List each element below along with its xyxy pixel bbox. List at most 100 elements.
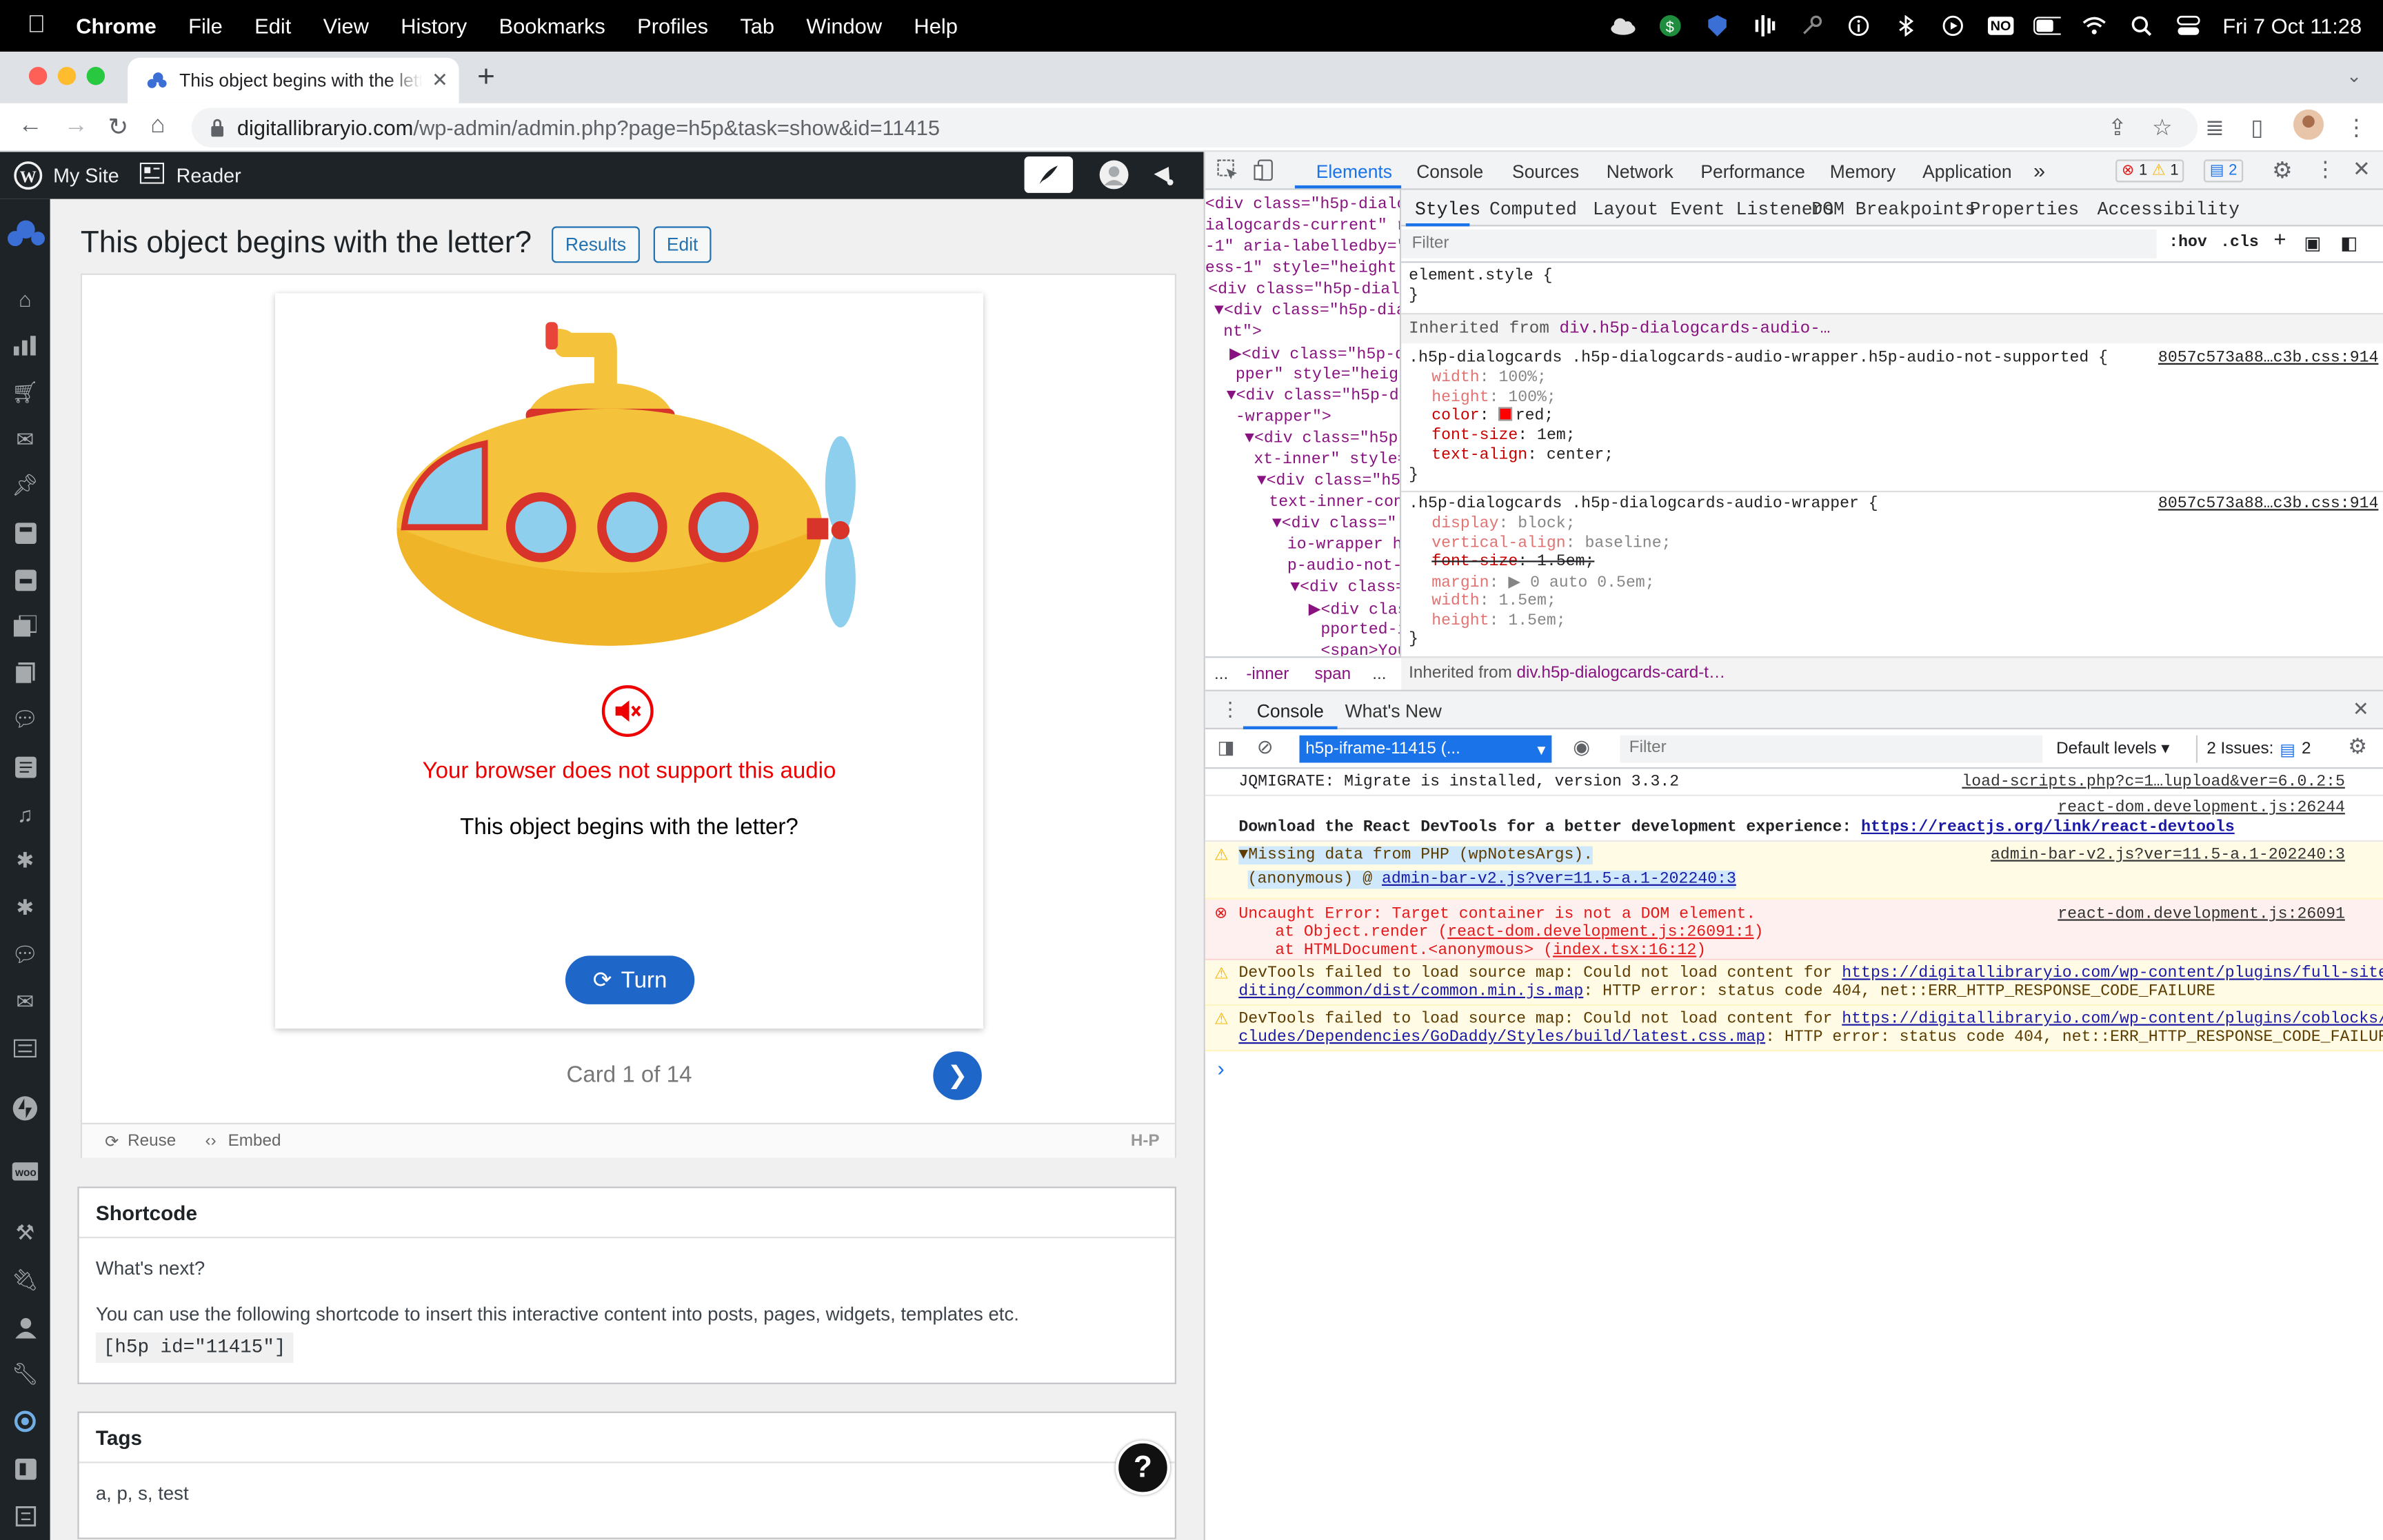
dom-node-line[interactable]: nt"> xyxy=(1223,323,1262,341)
missing-data-text[interactable]: ▼Missing data from PHP (wpNotesArgs). xyxy=(1238,846,1593,865)
stats-menu-icon[interactable] xyxy=(12,333,38,358)
inherited-node-1[interactable]: div.h5p-dialogcards-audio-… xyxy=(1559,321,1830,338)
dom-node-line[interactable]: -1" aria-labelledby="h xyxy=(1205,239,1400,256)
device-toolbar-icon[interactable] xyxy=(1254,159,1275,181)
tab-elements[interactable]: Elements xyxy=(1316,161,1392,183)
dom-node-line[interactable]: -wrapper"> xyxy=(1236,409,1331,427)
battery-icon[interactable] xyxy=(2034,15,2062,37)
computed-styles-icon[interactable]: ▣ xyxy=(2304,232,2321,255)
css-property-line[interactable]: display: block; xyxy=(1431,515,1575,533)
toggle-sidebar-icon[interactable]: ◧ xyxy=(2340,232,2357,255)
sourcemap-2-link[interactable]: https://digitallibraryio.com/wp-content/… xyxy=(1842,1011,2383,1029)
audio-bars-icon[interactable] xyxy=(1751,15,1779,37)
more-tabs-button[interactable]: » xyxy=(2033,158,2045,182)
dom-node-line[interactable]: ▶<div class="h5p-di xyxy=(1229,345,1400,365)
pages-menu-icon[interactable] xyxy=(12,660,38,685)
subtab-accessibility[interactable]: Accessibility xyxy=(2098,199,2240,221)
console-prompt[interactable]: › xyxy=(1217,1056,1224,1080)
info-circle-icon[interactable] xyxy=(1846,15,1873,37)
breadcrumb-more-left[interactable]: ... xyxy=(1214,665,1228,683)
css-property-line[interactable]: vertical-align: baseline; xyxy=(1431,534,1671,552)
new-rule-icon[interactable]: + xyxy=(2273,230,2286,254)
feedback-menu-icon[interactable] xyxy=(12,753,38,779)
mail-menu-icon[interactable]: ✉︎ xyxy=(12,427,38,452)
dom-node-line[interactable]: ialogcards-current" rol xyxy=(1205,217,1400,235)
live-expression-eye-icon[interactable]: ◉ xyxy=(1573,736,1590,760)
tab-console[interactable]: Console xyxy=(1416,161,1483,183)
help-button[interactable]: ? xyxy=(1115,1440,1171,1495)
dom-node-line[interactable]: ▶<div clas xyxy=(1309,600,1400,620)
wordpress-logo-icon[interactable]: W xyxy=(14,161,43,190)
turn-button[interactable]: ⟳ Turn xyxy=(565,955,695,1004)
dom-node-line[interactable]: pper" style="heigh xyxy=(1236,366,1400,384)
settings-gear-icon[interactable]: ⚙ xyxy=(2272,156,2293,183)
css-property-line[interactable]: font-size: 1em; xyxy=(1431,427,1575,445)
dom-node-line[interactable]: pported-i xyxy=(1320,621,1400,639)
breadcrumb-more-right[interactable]: ... xyxy=(1372,665,1386,683)
notifications-bell-icon[interactable] xyxy=(1140,156,1189,193)
reports-menu-icon[interactable] xyxy=(12,1503,38,1528)
apple-icon[interactable]:  xyxy=(28,12,46,40)
sync-menu-icon[interactable] xyxy=(12,1408,38,1434)
music-menu-icon[interactable]: ♫ xyxy=(12,801,38,827)
window-zoom-button[interactable] xyxy=(86,66,105,85)
play-circle-icon[interactable] xyxy=(1940,15,1967,37)
bookmark-star-icon[interactable]: ☆ xyxy=(2152,114,2173,141)
menu-history[interactable]: History xyxy=(401,14,467,38)
back-arrow-icon[interactable]: ← xyxy=(18,112,42,140)
css-property-line[interactable]: font-size: 1.5em; xyxy=(1431,554,1594,571)
shield-app-icon[interactable] xyxy=(1705,15,1732,37)
edit-button[interactable]: Edit xyxy=(653,226,712,263)
drawer-tab-console[interactable]: Console xyxy=(1257,700,1324,722)
plugin-b-menu-icon[interactable]: ✱ xyxy=(12,895,38,920)
plugins-menu-icon[interactable]: 🔌︎ xyxy=(12,1267,39,1293)
console-issues-button[interactable]: 2 Issues: ▤ 2 xyxy=(2195,735,2311,763)
element-style-selector[interactable]: element.style { xyxy=(1409,267,1552,285)
reuse-link[interactable]: Reuse xyxy=(128,1132,176,1150)
envelope-menu-icon[interactable]: ✉︎ xyxy=(12,989,38,1015)
audio-muted-icon[interactable] xyxy=(601,685,654,737)
menu-view[interactable]: View xyxy=(323,14,369,38)
subtab-layout[interactable]: Layout xyxy=(1593,199,1658,221)
chrome-menu-icon[interactable]: ⋮ xyxy=(2345,114,2368,141)
home-icon[interactable]: ⌂ xyxy=(150,112,165,140)
menu-bookmarks[interactable]: Bookmarks xyxy=(499,14,605,38)
dom-node-line[interactable]: ▼<div class="h5p- xyxy=(1245,430,1400,448)
breadcrumb-inner[interactable]: -inner xyxy=(1246,665,1289,683)
dom-node-line[interactable]: io-wrapper h xyxy=(1287,536,1400,554)
sourcemap-2-link-cont[interactable]: cludes/Dependencies/GoDaddy/Styles/build… xyxy=(1238,1029,1765,1046)
wrench-menu-icon[interactable]: 🔧︎ xyxy=(12,1361,39,1387)
reader-link[interactable]: Reader xyxy=(177,164,241,187)
drawer-menu-icon[interactable]: ⋮ xyxy=(1220,698,1240,722)
tools-hammer-icon[interactable]: ⚒︎ xyxy=(12,1220,38,1246)
close-tab-icon[interactable]: ✕ xyxy=(432,68,448,92)
wifi-icon[interactable] xyxy=(2081,15,2109,37)
stack-line-2-link[interactable]: index.tsx:16:12 xyxy=(1553,942,1696,960)
cloud-icon[interactable] xyxy=(1610,15,1638,37)
css-property-line[interactable]: width: 1.5em; xyxy=(1431,592,1556,610)
new-tab-button[interactable]: + xyxy=(477,61,495,96)
sourcemap-1-link-cont[interactable]: diting/common/dist/common.min.js.map xyxy=(1238,983,1583,1001)
forms-menu-icon[interactable] xyxy=(12,1035,38,1060)
settings-menu-icon[interactable] xyxy=(12,1456,38,1481)
subtab-styles[interactable]: Styles xyxy=(1415,199,1480,221)
media-menu-icon[interactable] xyxy=(12,612,38,638)
drawer-tab-whats-new[interactable]: What's New xyxy=(1345,700,1442,722)
dom-node-line[interactable]: <span>You xyxy=(1320,642,1400,656)
subtab-event-listeners[interactable]: Event Listeners xyxy=(1670,199,1834,221)
forward-arrow-icon[interactable]: → xyxy=(64,112,88,140)
tab-search-chevron-icon[interactable]: ⌄ xyxy=(2346,65,2362,87)
menu-tab[interactable]: Tab xyxy=(740,14,774,38)
css-source-link[interactable]: 8057c573a88…c3b.css:914 xyxy=(2158,349,2378,367)
users-menu-icon[interactable] xyxy=(12,1315,38,1340)
comments-menu-icon[interactable]: 💬︎ xyxy=(12,707,39,732)
sourcemap-1-link[interactable]: https://digitallibraryio.com/wp-content/… xyxy=(1842,965,2383,983)
results-button[interactable]: Results xyxy=(552,226,640,263)
layout-menu-icon[interactable] xyxy=(12,567,38,592)
dom-node-line[interactable]: ess-1" style="height: xyxy=(1205,260,1400,278)
menu-file[interactable]: File xyxy=(188,14,223,38)
woo-menu-icon[interactable]: woo xyxy=(12,1158,39,1184)
css-source-link[interactable]: 8057c573a88…c3b.css:914 xyxy=(2158,496,2378,514)
css-property-line[interactable]: text-align: center; xyxy=(1431,447,1613,465)
menu-edit[interactable]: Edit xyxy=(254,14,291,38)
